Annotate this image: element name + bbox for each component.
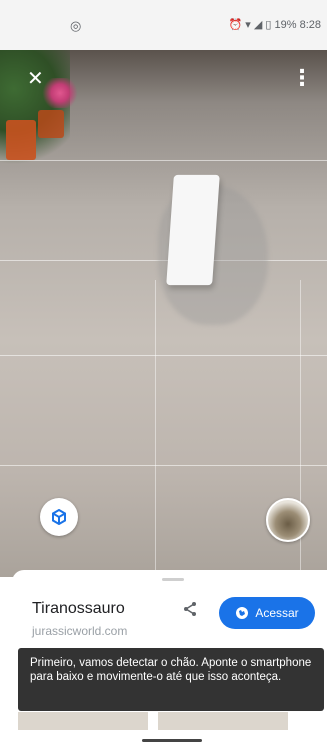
ar-camera-view[interactable]	[0, 50, 327, 577]
close-button[interactable]: ✕	[27, 69, 44, 89]
alarm-icon: ⏰	[228, 19, 243, 31]
view-3d-button[interactable]	[40, 498, 78, 536]
more-options-button[interactable]: ⋮	[291, 67, 313, 89]
floor-tile-line	[0, 160, 327, 161]
related-card[interactable]	[158, 712, 288, 730]
more-vert-icon: ⋮	[291, 65, 313, 90]
visit-label: Acessar	[255, 606, 299, 620]
related-card[interactable]	[18, 712, 148, 730]
dinosaur-thumbnail[interactable]	[266, 498, 310, 542]
model-domain: jurassicworld.com	[32, 624, 128, 638]
visit-site-button[interactable]: Acessar	[219, 597, 315, 629]
floor-tile-line	[0, 355, 327, 356]
instagram-icon: ◎	[70, 18, 82, 33]
instruction-toast: Primeiro, vamos detectar o chão. Aponte …	[18, 648, 324, 711]
floor-tile-line	[155, 280, 156, 577]
3d-cube-icon	[52, 509, 66, 525]
background-pot	[6, 120, 36, 160]
floor-tile-line	[0, 465, 327, 466]
wifi-icon: ▾	[245, 19, 251, 31]
status-right: ⏰ ▾ ◢ ▯ 19% 8:28	[228, 18, 321, 31]
model-title: Tiranossauro	[32, 600, 125, 617]
background-flowers	[40, 78, 80, 108]
clock: 8:28	[299, 19, 321, 31]
status-bar: ◎ ⏰ ▾ ◢ ▯ 19% 8:28	[0, 0, 327, 50]
background-pot	[38, 110, 64, 138]
share-button[interactable]	[182, 601, 198, 622]
sheet-handle[interactable]	[162, 578, 184, 581]
close-icon: ✕	[27, 68, 44, 90]
battery-icon: ▯	[265, 19, 272, 31]
share-icon	[184, 602, 196, 616]
toast-message: Primeiro, vamos detectar o chão. Aponte …	[30, 657, 312, 683]
signal-icon: ◢	[253, 19, 263, 31]
ar-placeholder-object	[166, 174, 220, 286]
globe-icon	[236, 607, 249, 619]
battery-text: 19%	[274, 19, 297, 31]
